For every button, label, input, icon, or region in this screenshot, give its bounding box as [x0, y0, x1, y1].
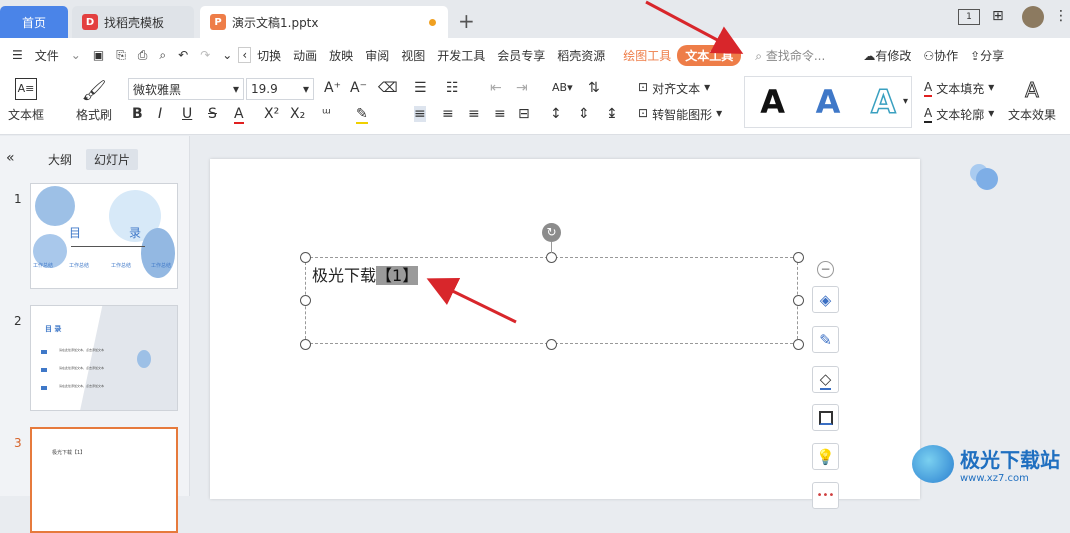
arrow-to-text-tools [645, 0, 744, 54]
annotation-arrows [426, 0, 744, 324]
watermark-logo-icon [912, 445, 954, 483]
watermark-text: 极光下载站 [960, 448, 1060, 472]
arrow-to-field [426, 278, 517, 324]
watermark-url: www.xz7.com [960, 473, 1029, 484]
watermark: 极光下载站 www.xz7.com [912, 444, 1060, 484]
